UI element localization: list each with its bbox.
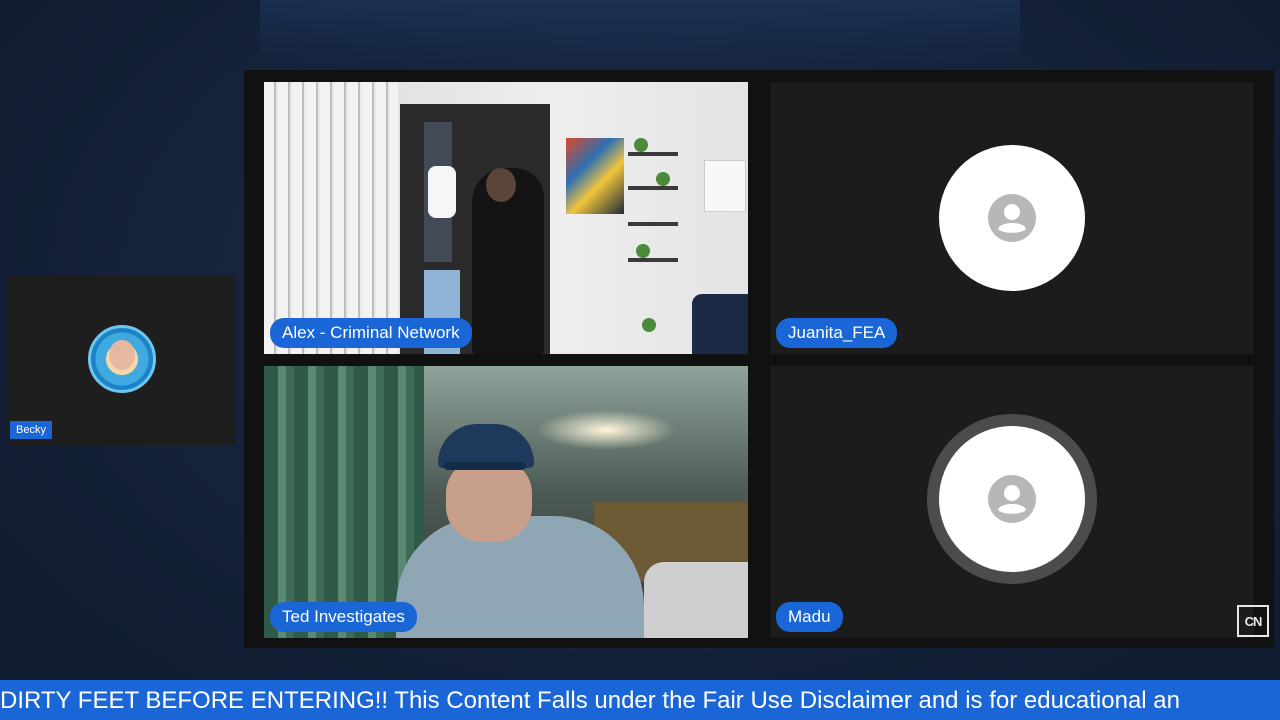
avatar-face: [109, 340, 135, 370]
participant-name-tag: Ted Investigates: [270, 602, 417, 632]
video-shelf: [628, 258, 678, 262]
ticker-text: DIRTY FEET BEFORE ENTERING!! This Conten…: [0, 687, 1180, 714]
video-painting: [566, 138, 624, 214]
avatar: [939, 426, 1085, 573]
participant-tile-juanita[interactable]: Juanita_FEA: [770, 82, 1254, 354]
video-shelf: [628, 222, 678, 226]
participant-tile-becky[interactable]: Becky: [8, 275, 236, 445]
video-plant: [634, 138, 648, 152]
video-bed: [644, 562, 748, 638]
participant-name-tag: Alex - Criminal Network: [270, 318, 472, 348]
video-blinds: [264, 82, 398, 354]
video-ceiling-light: [536, 410, 676, 450]
video-person-head: [486, 168, 516, 202]
participant-tile-madu[interactable]: Madu: [770, 366, 1254, 638]
participant-name-tag: Juanita_FEA: [776, 318, 898, 348]
avatar: [88, 325, 156, 393]
channel-logo-watermark: CN: [1237, 605, 1269, 637]
video-shelf: [628, 152, 678, 156]
video-chair: [692, 294, 748, 354]
video-lamp: [428, 166, 456, 218]
video-shelf: [628, 186, 678, 190]
participant-tile-alex[interactable]: Alex - Criminal Network: [264, 82, 748, 354]
user-icon: [988, 475, 1036, 524]
video-plant: [656, 172, 670, 186]
video-person-face: [446, 458, 532, 542]
avatar: [939, 145, 1085, 291]
participant-name-tag: Madu: [776, 602, 843, 632]
video-person: [396, 516, 644, 638]
scrolling-ticker: DIRTY FEET BEFORE ENTERING!! This Conten…: [0, 680, 1280, 720]
video-poster: [704, 160, 746, 212]
background-glow: [260, 0, 1020, 70]
video-plant: [642, 318, 656, 332]
video-person-cap-brim: [444, 462, 526, 470]
video-plant: [636, 244, 650, 258]
participant-name-tag: Becky: [10, 421, 52, 439]
user-icon: [988, 194, 1036, 242]
participant-tile-ted[interactable]: Ted Investigates: [264, 366, 748, 638]
